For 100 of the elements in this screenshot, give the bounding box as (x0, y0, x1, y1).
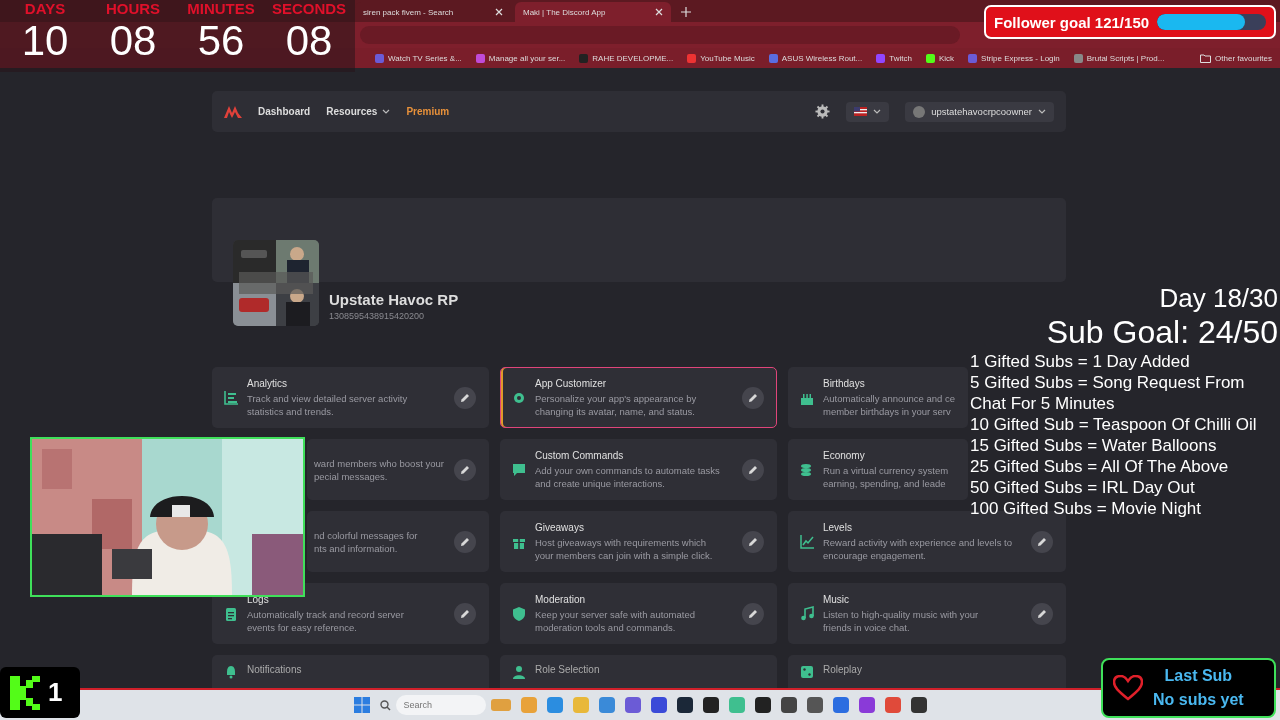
edit-button[interactable] (741, 458, 764, 481)
edit-button[interactable] (454, 386, 476, 409)
module-card[interactable]: Roleplay (787, 655, 1066, 688)
search-icon (379, 699, 391, 711)
module-description: Add your own commands to automate tasks and create unique interactions. (535, 463, 720, 490)
pencil-icon (460, 536, 470, 547)
user-menu[interactable]: upstatehavocrpcoowner (905, 101, 1054, 122)
countdown-label: SECONDS (271, 0, 347, 17)
edit-button[interactable] (454, 458, 476, 481)
last-sub-title: Last Sub (1164, 667, 1233, 685)
taskbar-search-field[interactable]: Search (395, 695, 486, 715)
nav-link[interactable]: Dashboard (258, 106, 311, 117)
module-card[interactable]: Role Selection (500, 655, 777, 688)
chevron-icon (873, 109, 882, 114)
settings-icon[interactable] (815, 104, 831, 119)
pencil-icon (1037, 536, 1047, 547)
app-icon[interactable] (702, 697, 719, 713)
module-card[interactable]: Economy Run a virtual currency system earning, spending, and leade (787, 439, 968, 500)
edit-button[interactable] (741, 530, 764, 553)
sub-goal: Sub Goal: 24/50 (1046, 313, 1278, 351)
module-card[interactable]: nd colorful messages for nts and information. (307, 511, 489, 572)
countdown-label: HOURS (105, 0, 161, 17)
module-description: Reward activity with experience and levels to encourage engagement. (822, 535, 1012, 562)
flag-icon (854, 107, 868, 116)
app-icon[interactable] (754, 697, 771, 713)
edit-button[interactable] (1031, 602, 1053, 625)
logo-icon[interactable] (224, 105, 242, 118)
module-card[interactable]: App Customizer Personalize your app's appearance by changing its avatar, name, and status. (500, 367, 777, 428)
countdown-value: 08 (285, 17, 333, 65)
reward-line: 15 Gifted Subs = Water Balloons (970, 435, 1218, 456)
server-id: 1308595438915420200 (329, 311, 426, 321)
browser-tab[interactable]: Maki | The Discord App (515, 2, 671, 22)
reward-line: 25 Gifted Subs = All Of The Above (970, 456, 1230, 477)
module-card[interactable]: Birthdays Automatically announce and ce member birthdays in your serv (787, 367, 968, 428)
countdown-label: DAYS (24, 0, 66, 17)
module-card[interactable]: Notifications (212, 655, 489, 688)
nav-dropdown[interactable]: Resources (326, 106, 391, 117)
module-description: Listen to high-quality music with your friends in voice chat. (822, 607, 979, 634)
pencil-icon (747, 464, 758, 475)
username: upstatehavocrpcoowner (931, 106, 1032, 117)
bookmark[interactable]: YouTube Music (687, 53, 755, 63)
module-title: Giveaways (535, 521, 584, 533)
bar-chart-icon (223, 389, 239, 406)
module-card[interactable]: Giveaways Host giveaways with requirements which your members can join with a simple click. (500, 511, 777, 572)
bookmark[interactable]: Brutal Scripts | Prod... (1073, 53, 1165, 63)
pencil-icon (747, 608, 758, 619)
app-icon[interactable] (676, 697, 693, 713)
bookmark[interactable]: RAHE DEVELOPME... (579, 53, 674, 63)
module-card[interactable]: Logs Automatically track and record server events for easy reference. (212, 583, 489, 644)
clipboard-icon (223, 605, 239, 622)
windows-start-icon[interactable] (353, 697, 370, 713)
bookmark[interactable]: ASUS Wireless Rout... (768, 53, 863, 63)
module-card[interactable]: Moderation Keep your server safe with automated moderation tools and commands. (500, 583, 777, 644)
edit-button[interactable] (454, 602, 476, 625)
pencil-icon (460, 392, 470, 403)
edit-button[interactable] (741, 602, 764, 625)
shield-icon (511, 605, 527, 622)
new-tab-icon[interactable] (681, 7, 691, 17)
edit-button[interactable] (1031, 530, 1053, 553)
chevron-icon (1038, 109, 1046, 114)
last-sub-value: No subs yet (1153, 691, 1244, 709)
nav-link[interactable]: Premium (406, 106, 450, 117)
module-card[interactable]: Music Listen to high-quality music with your friends in voice chat. (787, 583, 1066, 644)
reward-line: 5 Gifted Subs = Song Request From Chat For 5 Minutes (970, 372, 1246, 414)
module-title: Analytics (247, 377, 287, 389)
module-title: Music (822, 593, 850, 605)
bookmark[interactable]: Kick (925, 53, 955, 63)
module-title: Notifications (247, 664, 302, 675)
bookmark-folder[interactable]: Other favourites (1200, 53, 1272, 63)
module-title: Moderation (535, 593, 585, 605)
app-icon[interactable] (806, 697, 823, 713)
pencil-icon (747, 392, 758, 403)
module-title: Birthdays (822, 377, 865, 389)
bookmark[interactable]: Stripe Express - Login (968, 53, 1060, 63)
avatar-icon (913, 105, 926, 118)
kick-logo-icon (10, 675, 40, 710)
edit-button[interactable] (741, 386, 764, 409)
module-title: Logs (247, 593, 269, 605)
reward-line: 10 Gifted Sub = Teaspoon Of Chilli Oil (970, 414, 1258, 435)
module-title: Role Selection (535, 664, 600, 675)
module-card[interactable]: Analytics Track and view detailed server activity statistics and trends. (212, 367, 489, 428)
bookmark[interactable]: Manage all your ser... (475, 53, 566, 63)
countdown-value: 08 (109, 17, 157, 65)
bookmark[interactable]: Watch TV Series &... (375, 53, 462, 63)
bookmark[interactable]: Twitch (876, 53, 912, 63)
app-icon[interactable] (780, 697, 797, 713)
close-icon[interactable] (495, 8, 503, 16)
language-dropdown[interactable] (846, 101, 890, 122)
day-counter: Day 18/30 (1159, 283, 1278, 313)
edit-button[interactable] (454, 530, 476, 553)
kick-count: 1 (48, 677, 63, 708)
countdown-label: MINUTES (187, 0, 255, 17)
module-card[interactable]: Custom Commands Add your own commands to automate tasks and create unique interactions. (500, 439, 777, 500)
person-icon (511, 664, 527, 680)
module-card[interactable]: ward members who boost your pecial messages. (307, 439, 489, 500)
app-icon[interactable] (910, 697, 927, 713)
countdown-value: 10 (21, 17, 69, 65)
module-title: App Customizer (535, 377, 607, 389)
module-title: Levels (822, 521, 852, 533)
close-icon[interactable] (655, 8, 663, 16)
